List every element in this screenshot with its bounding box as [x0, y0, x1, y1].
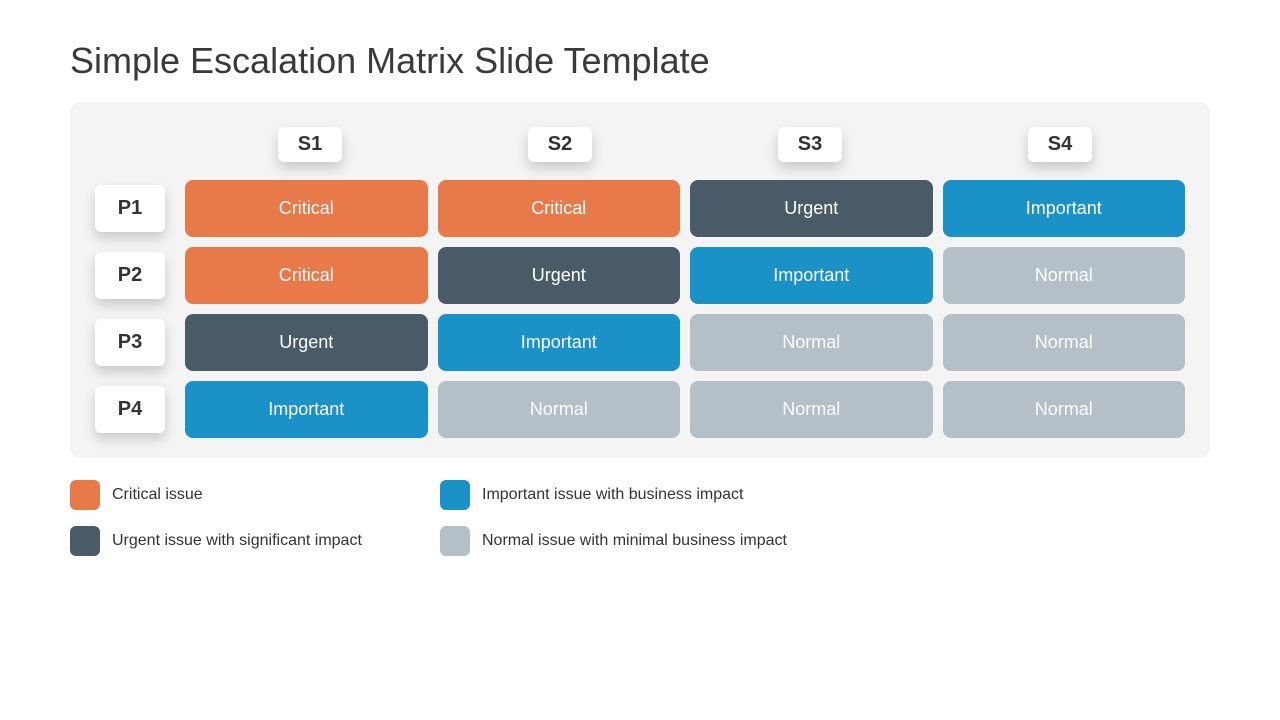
legend: Critical issue Important issue with busi… — [70, 480, 1210, 556]
legend-critical: Critical issue — [70, 480, 440, 510]
slide: Simple Escalation Matrix Slide Template … — [0, 0, 1280, 720]
column-headers: S1 S2 S3 S4 — [185, 127, 1185, 162]
cell-p1-s3: Urgent — [690, 180, 933, 237]
col-header-s3: S3 — [778, 127, 842, 162]
slide-title: Simple Escalation Matrix Slide Template — [70, 40, 1210, 82]
legend-important: Important issue with business impact — [440, 480, 1210, 510]
legend-urgent-label: Urgent issue with significant impact — [112, 532, 362, 550]
legend-important-label: Important issue with business impact — [482, 486, 743, 504]
cell-p4-s4: Normal — [943, 381, 1186, 438]
cell-p1-s4: Important — [943, 180, 1186, 237]
cell-p1-s2: Critical — [438, 180, 681, 237]
col-header-s1: S1 — [278, 127, 342, 162]
cell-p3-s4: Normal — [943, 314, 1186, 371]
swatch-urgent — [70, 526, 100, 556]
cell-p4-s3: Normal — [690, 381, 933, 438]
row-header-p3: P3 — [95, 319, 165, 366]
col-header-s4: S4 — [1028, 127, 1092, 162]
legend-urgent: Urgent issue with significant impact — [70, 526, 440, 556]
cell-p3-s1: Urgent — [185, 314, 428, 371]
row-header-p2: P2 — [95, 252, 165, 299]
matrix-panel: S1 S2 S3 S4 P1 Critical Critical Urgent … — [70, 102, 1210, 458]
matrix-row-p4: P4 Important Normal Normal Normal — [95, 381, 1185, 438]
cell-p2-s2: Urgent — [438, 247, 681, 304]
legend-critical-label: Critical issue — [112, 486, 203, 504]
cell-p2-s4: Normal — [943, 247, 1186, 304]
cell-p2-s3: Important — [690, 247, 933, 304]
swatch-normal — [440, 526, 470, 556]
cell-p3-s3: Normal — [690, 314, 933, 371]
cell-p4-s2: Normal — [438, 381, 681, 438]
matrix-row-p2: P2 Critical Urgent Important Normal — [95, 247, 1185, 304]
cell-p4-s1: Important — [185, 381, 428, 438]
col-header-s2: S2 — [528, 127, 592, 162]
matrix-row-p3: P3 Urgent Important Normal Normal — [95, 314, 1185, 371]
swatch-critical — [70, 480, 100, 510]
row-header-p1: P1 — [95, 185, 165, 232]
cell-p1-s1: Critical — [185, 180, 428, 237]
legend-normal: Normal issue with minimal business impac… — [440, 526, 1210, 556]
row-header-p4: P4 — [95, 386, 165, 433]
swatch-important — [440, 480, 470, 510]
legend-normal-label: Normal issue with minimal business impac… — [482, 532, 787, 550]
cell-p2-s1: Critical — [185, 247, 428, 304]
matrix-row-p1: P1 Critical Critical Urgent Important — [95, 180, 1185, 237]
cell-p3-s2: Important — [438, 314, 681, 371]
